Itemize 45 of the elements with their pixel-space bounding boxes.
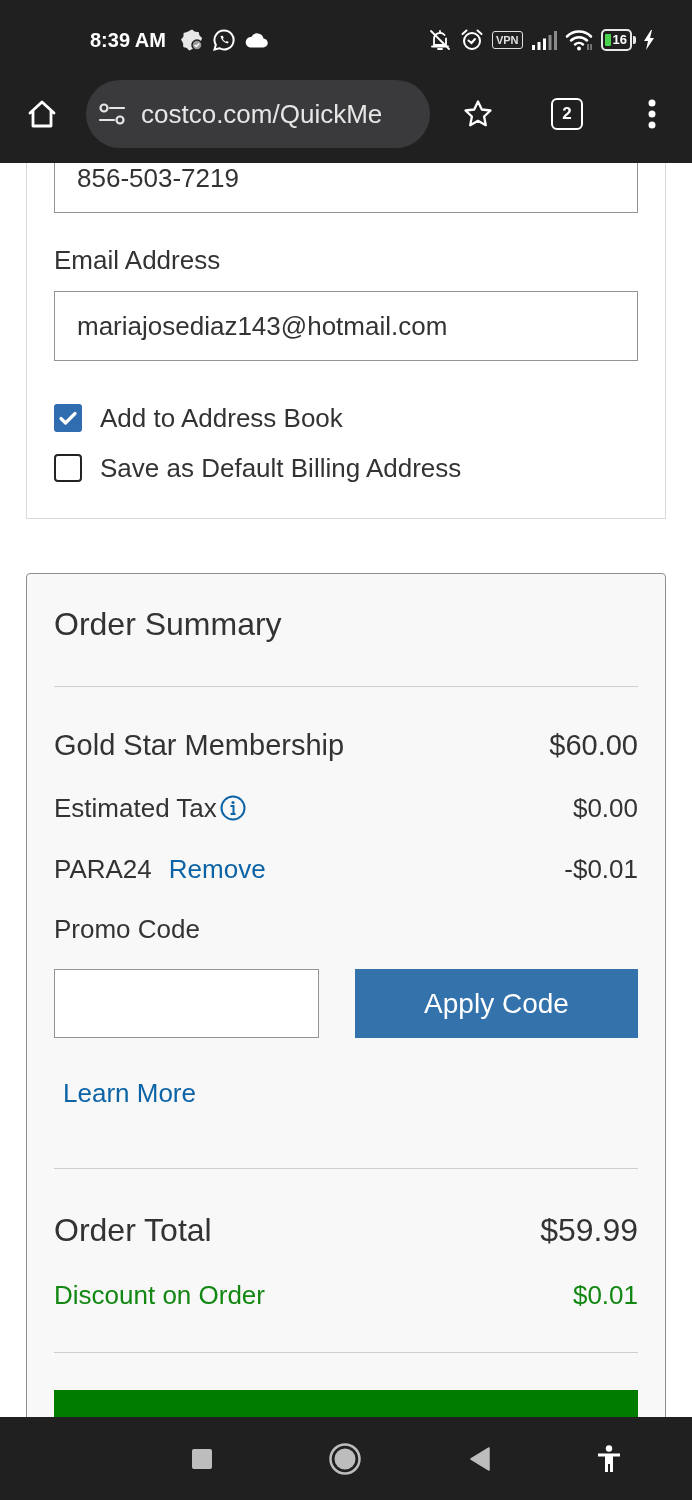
checkbox-label: Add to Address Book bbox=[100, 402, 343, 434]
phone-field[interactable]: 856-503-7219 bbox=[54, 163, 638, 213]
item-name: Gold Star Membership bbox=[54, 728, 345, 763]
promo-code-field[interactable] bbox=[54, 969, 319, 1038]
promo-code-label: Promo Code bbox=[54, 913, 201, 945]
remove-link[interactable]: Remove bbox=[168, 853, 266, 885]
cloud-icon bbox=[243, 32, 268, 48]
star-icon[interactable] bbox=[463, 99, 493, 129]
discount-label: Discount on Order bbox=[54, 1279, 265, 1311]
signal-icon bbox=[530, 30, 557, 50]
address-bar[interactable]: costco.com/QuickMe bbox=[86, 80, 430, 148]
apply-code-button[interactable]: Apply Code bbox=[355, 969, 638, 1038]
section-title: Order Summary bbox=[54, 605, 283, 643]
accessibility-icon[interactable] bbox=[597, 1444, 621, 1473]
item-price: $60.00 bbox=[549, 728, 638, 763]
home-icon[interactable] bbox=[27, 99, 57, 129]
vpn-indicator: VPN bbox=[491, 31, 523, 49]
checkbox[interactable] bbox=[54, 454, 82, 482]
charging-bolt-icon bbox=[644, 30, 654, 50]
total-label: Order Total bbox=[54, 1211, 212, 1249]
checkbox[interactable] bbox=[54, 404, 82, 432]
tax-label: Estimated Tax bbox=[54, 792, 217, 824]
promo-discount: -$0.01 bbox=[564, 853, 638, 885]
info-icon[interactable] bbox=[219, 795, 246, 821]
menu-icon[interactable] bbox=[648, 99, 656, 129]
home-circle-icon[interactable] bbox=[329, 1442, 361, 1475]
field-label: Email Address bbox=[54, 245, 222, 275]
wifi-icon bbox=[564, 29, 593, 51]
tax-amount: $0.00 bbox=[572, 792, 638, 824]
back-icon[interactable] bbox=[470, 1446, 490, 1471]
chat-bubble-icon bbox=[211, 28, 236, 52]
promo-code: PARA24 bbox=[54, 853, 152, 885]
checkbox-label: Save as Default Billing Address bbox=[100, 452, 462, 484]
bell-off-icon bbox=[427, 28, 452, 52]
email-field[interactable]: mariajosediaz143@hotmail.com bbox=[54, 291, 638, 361]
recents-icon[interactable] bbox=[192, 1448, 212, 1469]
alarm-clock-icon bbox=[459, 28, 484, 52]
tab-count-button[interactable]: 2 bbox=[551, 98, 583, 130]
tune-icon[interactable] bbox=[98, 102, 126, 126]
clock-time: 8:39 AM bbox=[90, 28, 166, 52]
badge-icon bbox=[179, 28, 204, 52]
discount-amount: $0.01 bbox=[572, 1279, 638, 1311]
total-amount: $59.99 bbox=[540, 1211, 638, 1249]
learn-more-link[interactable]: Learn More bbox=[63, 1077, 196, 1109]
url-text: costco.com/QuickMe bbox=[141, 98, 383, 130]
